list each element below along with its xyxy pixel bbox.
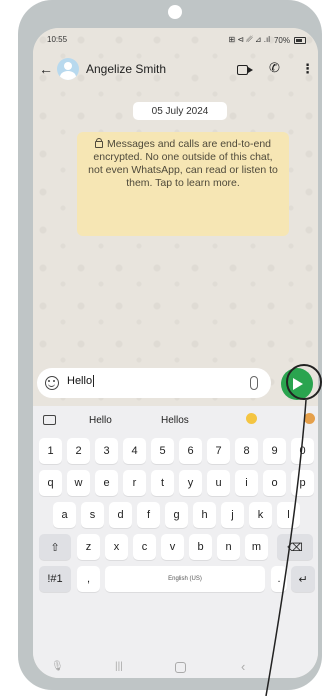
annotation-pointer-line [265, 399, 307, 696]
screenshot-stage: 10:55 ⊞ ⊲ ␥ ⊿ .ıl 70% ← Angelize Smith ✆… [0, 0, 322, 696]
